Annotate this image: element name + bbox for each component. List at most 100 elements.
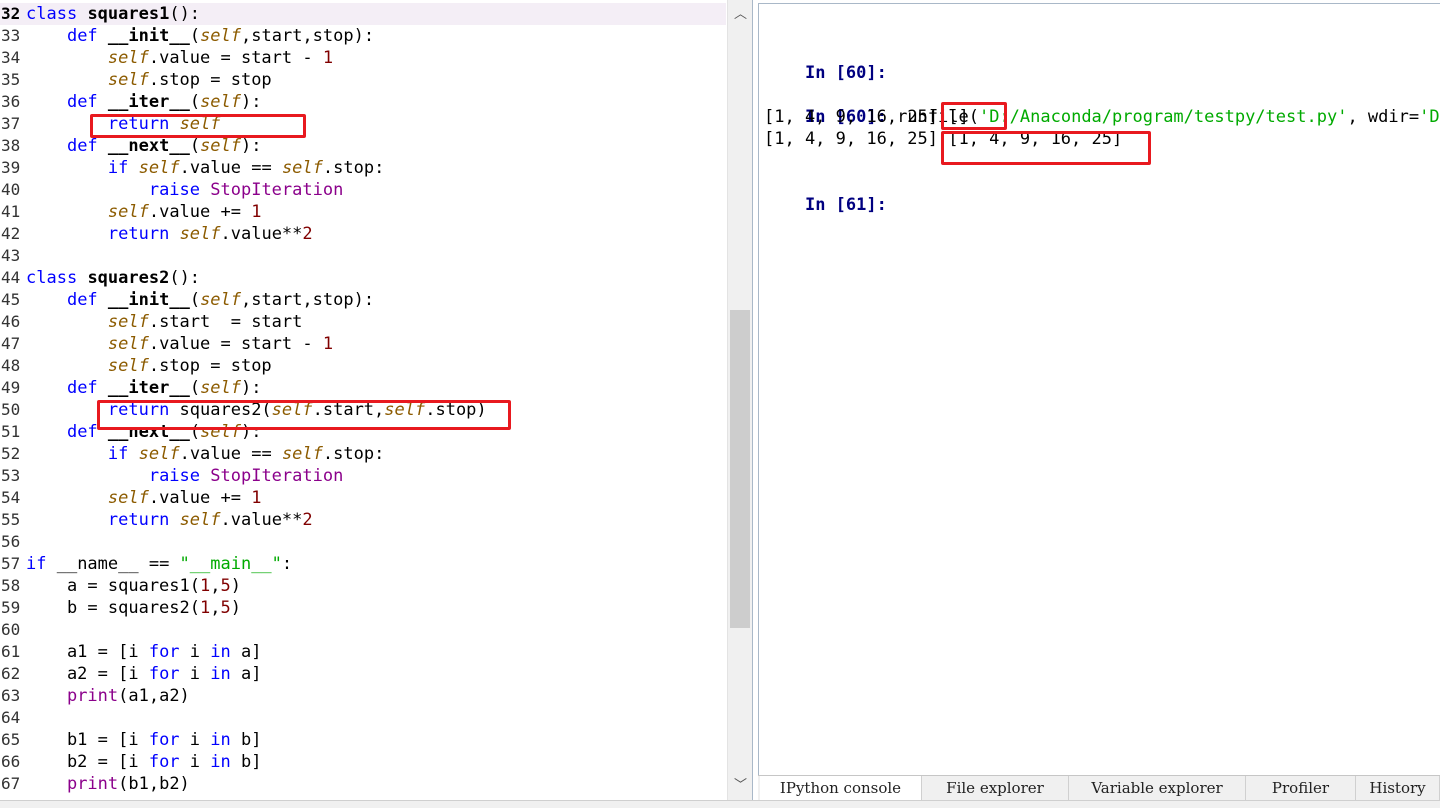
line-number: 48 — [1, 356, 21, 375]
scroll-up-icon[interactable]: ︿ — [728, 4, 752, 26]
code-text: def __iter__(self): — [66, 378, 262, 398]
line-number: 66 — [1, 752, 21, 771]
line-number: 45 — [1, 290, 21, 309]
line-number: 37 — [1, 114, 21, 133]
code-line[interactable]: 32 class squares1(): — [0, 3, 726, 25]
code-line[interactable]: 59 b = squares2(1,5) — [0, 597, 726, 619]
runfile-wdir-key: , wdir= — [1347, 107, 1420, 127]
line-number: 49 — [1, 378, 21, 397]
code-text: a1 = [i for i in a] — [26, 642, 262, 662]
code-line[interactable]: 63 print(a1,a2) — [0, 685, 726, 707]
line-number: 35 — [1, 70, 21, 89]
highlight-box-return-squares2 — [97, 400, 511, 430]
code-text: def __next__(self): — [66, 136, 262, 156]
scroll-down-icon[interactable]: ﹀ — [728, 775, 752, 797]
code-line[interactable]: 62 a2 = [i for i in a] — [0, 663, 726, 685]
code-line[interactable]: 60 — [0, 619, 726, 641]
code-text: self.value = start - 1 — [107, 48, 334, 68]
code-line[interactable]: 34 self.value = start - 1 — [0, 47, 726, 69]
line-number: 51 — [1, 422, 21, 441]
tab-ipython-console[interactable]: IPython console — [760, 776, 922, 801]
code-line[interactable]: 46 self.start = start — [0, 311, 726, 333]
code-text: self.value = start - 1 — [107, 334, 334, 354]
code-text: raise StopIteration — [148, 466, 344, 486]
prompt-label: In [60]: — [804, 63, 887, 83]
code-line[interactable]: 65 b1 = [i for i in b] — [0, 729, 726, 751]
code-text: b2 = [i for i in b] — [26, 752, 262, 772]
tab-file-explorer[interactable]: File explorer — [922, 776, 1069, 801]
line-number: 36 — [1, 92, 21, 111]
code-line[interactable]: 33 def __init__(self,start,stop): — [0, 25, 726, 47]
code-line[interactable]: 56 — [0, 531, 726, 553]
code-line[interactable]: 61 a1 = [i for i in a] — [0, 641, 726, 663]
code-line[interactable]: 52 if self.value == self.stop: — [0, 443, 726, 465]
line-number: 61 — [1, 642, 21, 661]
code-line[interactable]: 38 def __next__(self): — [0, 135, 726, 157]
console-prompt-61: In [61]: — [764, 172, 887, 215]
code-line[interactable]: 44 class squares2(): — [0, 267, 726, 289]
code-line[interactable]: 53 raise StopIteration — [0, 465, 726, 487]
line-number: 34 — [1, 48, 21, 67]
code-line[interactable]: 43 — [0, 245, 726, 267]
code-line[interactable]: 49 def __iter__(self): — [0, 377, 726, 399]
line-number: 54 — [1, 488, 21, 507]
line-number: 46 — [1, 312, 21, 331]
code-line[interactable]: 35 self.stop = stop — [0, 69, 726, 91]
runfile-wdir-value: 'D:/ — [1419, 107, 1440, 127]
code-line[interactable]: 48 self.stop = stop — [0, 355, 726, 377]
code-line[interactable]: 58 a = squares1(1,5) — [0, 575, 726, 597]
line-number: 63 — [1, 686, 21, 705]
code-text: self.stop = stop — [107, 356, 272, 376]
code-text: a2 = [i for i in a] — [26, 664, 262, 684]
code-text: print(b1,b2) — [66, 774, 190, 794]
line-number: 44 — [1, 268, 21, 287]
line-number: 42 — [1, 224, 21, 243]
code-editor[interactable]: 32 class squares1(): 33 def __init__(self,… — [0, 0, 753, 800]
line-number: 41 — [1, 202, 21, 221]
code-line[interactable]: 36 def __iter__(self): — [0, 91, 726, 113]
prompt-label: In [61]: — [804, 195, 887, 215]
runfile-path: 'D:/Anaconda/program/testpy/test.py' — [978, 107, 1348, 127]
code-line[interactable]: 42 return self.value**2 — [0, 223, 726, 245]
line-number: 67 — [1, 774, 21, 793]
code-text: self.value += 1 — [107, 202, 262, 222]
code-text: b1 = [i for i in b] — [26, 730, 262, 750]
line-number: 64 — [1, 708, 21, 727]
line-number: 53 — [1, 466, 21, 485]
editor-scrollbar[interactable]: ︿ ﹀ — [727, 0, 752, 800]
line-number: 52 — [1, 444, 21, 463]
code-text: return self.value**2 — [107, 224, 313, 244]
ipython-console[interactable]: In [60]: In [60]: runfile('D:/Anaconda/p… — [758, 3, 1440, 775]
code-line[interactable]: 54 self.value += 1 — [0, 487, 726, 509]
line-number: 59 — [1, 598, 21, 617]
line-number: 32 — [1, 4, 21, 23]
code-line[interactable]: 41 self.value += 1 — [0, 201, 726, 223]
code-line[interactable]: 40 raise StopIteration — [0, 179, 726, 201]
line-number: 39 — [1, 158, 21, 177]
code-text: def __init__(self,start,stop): — [66, 26, 375, 46]
line-number: 47 — [1, 334, 21, 353]
highlight-box-squares-list — [941, 131, 1151, 165]
code-text: self.start = start — [107, 312, 303, 332]
code-line[interactable]: 55 return self.value**2 — [0, 509, 726, 531]
tab-profiler[interactable]: Profiler — [1246, 776, 1356, 801]
code-line[interactable]: 66 b2 = [i for i in b] — [0, 751, 726, 773]
editor-scroll-thumb[interactable] — [730, 310, 750, 628]
code-line[interactable]: 57 if __name__ == "__main__": — [0, 553, 726, 575]
code-line[interactable]: 39 if self.value == self.stop: — [0, 157, 726, 179]
line-number: 56 — [1, 532, 21, 551]
tab-history[interactable]: History — [1356, 776, 1440, 801]
line-number: 65 — [1, 730, 21, 749]
code-line[interactable]: 67 print(b1,b2) — [0, 773, 726, 795]
code-line[interactable]: 45 def __init__(self,start,stop): — [0, 289, 726, 311]
code-text: a = squares1(1,5) — [26, 576, 241, 596]
code-line[interactable]: 47 self.value = start - 1 — [0, 333, 726, 355]
tab-variable-explorer[interactable]: Variable explorer — [1069, 776, 1246, 801]
code-line[interactable]: 64 — [0, 707, 726, 729]
line-number: 33 — [1, 26, 21, 45]
line-number: 38 — [1, 136, 21, 155]
line-number: 60 — [1, 620, 21, 639]
line-number: 57 — [1, 554, 21, 573]
code-text: return self.value**2 — [107, 510, 313, 530]
line-number: 55 — [1, 510, 21, 529]
